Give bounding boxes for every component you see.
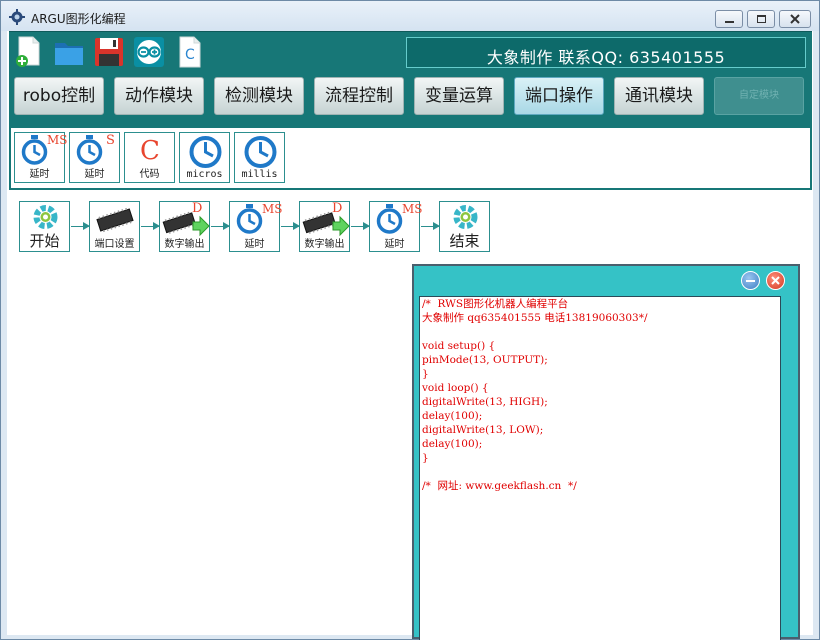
- flow-node-delay-1[interactable]: MS 延时: [229, 201, 283, 252]
- palette-label: 延时: [84, 169, 105, 180]
- code-line: void setup() {: [422, 340, 496, 352]
- window-title: ARGU图形化编程: [31, 12, 126, 26]
- c-file-letter: C: [185, 47, 195, 63]
- flow-node-label: 数字输出: [304, 239, 345, 250]
- code-line: void loop() {: [422, 382, 489, 394]
- category-variable-ops[interactable]: 变量运算: [414, 77, 504, 115]
- palette-millis[interactable]: millis: [234, 132, 285, 183]
- category-custom-module: 自定模块: [714, 77, 804, 115]
- timer-badge: MS: [402, 202, 423, 216]
- palette-delay-ms[interactable]: MS 延时: [14, 132, 68, 183]
- flow-node-label: 开始: [29, 232, 60, 250]
- palette-label: micros: [186, 169, 223, 180]
- open-folder-icon[interactable]: [53, 35, 85, 69]
- flow-arrow: [141, 222, 160, 230]
- palette-label: 代码: [139, 169, 160, 180]
- code-line: /* 网址: www.geekflash.cn */: [422, 480, 577, 492]
- maximize-button[interactable]: [747, 10, 775, 28]
- client-area: C 大象制作 联系QQ: 635401555 robo控制 动作模块 检测模块 …: [7, 31, 813, 640]
- category-comm-module[interactable]: 通讯模块: [614, 77, 704, 115]
- save-icon[interactable]: [93, 35, 125, 69]
- maximize-icon: [757, 15, 766, 23]
- app-gear-icon: [9, 9, 25, 25]
- flow-arrow: [351, 222, 370, 230]
- category-motion-module[interactable]: 动作模块: [114, 77, 204, 115]
- code-text-area[interactable]: /* RWS图形化机器人编程平台 大象制作 qq635401555 电话1381…: [419, 296, 781, 640]
- minimize-icon: [725, 21, 734, 23]
- close-icon: [790, 14, 800, 24]
- code-line: 大象制作 qq635401555 电话13819060303*/: [422, 312, 648, 324]
- category-flow-control[interactable]: 流程控制: [314, 77, 404, 115]
- category-detect-module[interactable]: 检测模块: [214, 77, 304, 115]
- toolbar: C 大象制作 联系QQ: 635401555: [9, 31, 812, 71]
- palette-micros[interactable]: micros: [179, 132, 230, 183]
- contact-text: 大象制作 联系QQ: 635401555: [486, 48, 726, 67]
- code-line: delay(100);: [422, 438, 483, 450]
- chip-icon: [96, 207, 134, 233]
- code-line: /* RWS图形化机器人编程平台: [422, 298, 569, 310]
- block-palette: MS 延时 S 延时 C 代码 micros millis: [9, 126, 812, 190]
- flow-node-delay-2[interactable]: MS 延时: [369, 201, 423, 252]
- flow-node-end[interactable]: 结束: [439, 201, 490, 252]
- title-bar[interactable]: ARGU图形化编程: [1, 1, 819, 31]
- code-panel: /* RWS图形化机器人编程平台 大象制作 qq635401555 电话1381…: [412, 264, 800, 640]
- flow-node-label: 延时: [244, 239, 265, 250]
- code-icon: C: [140, 136, 160, 166]
- close-icon: [771, 276, 780, 285]
- flow-arrow: [421, 222, 440, 230]
- palette-label: 延时: [29, 169, 50, 180]
- palette-code[interactable]: C 代码: [124, 132, 175, 183]
- code-line: digitalWrite(13, HIGH);: [422, 396, 548, 408]
- digital-badge: D: [332, 201, 343, 216]
- flow-node-label: 端口设置: [94, 239, 135, 250]
- category-port-ops[interactable]: 端口操作: [514, 77, 604, 115]
- clock-icon: [189, 136, 222, 168]
- minus-icon: [746, 280, 755, 282]
- close-button[interactable]: [779, 10, 811, 28]
- arduino-icon[interactable]: [133, 35, 165, 69]
- new-file-icon[interactable]: [13, 35, 45, 69]
- flow-node-digital-out-2[interactable]: D 数字输出: [299, 201, 350, 252]
- timer-badge: MS: [262, 202, 283, 216]
- code-line: digitalWrite(13, LOW);: [422, 424, 544, 436]
- flow-arrow: [211, 222, 230, 230]
- palette-delay-s[interactable]: S 延时: [69, 132, 120, 183]
- digital-badge: D: [192, 201, 203, 216]
- palette-label: millis: [241, 169, 278, 180]
- app-window: ARGU图形化编程 C 大象制作 联系QQ: 635401555 robo控制 …: [0, 0, 820, 640]
- category-robo-control[interactable]: robo控制: [14, 77, 104, 115]
- flow-node-label: 延时: [384, 239, 405, 250]
- code-line: }: [422, 368, 429, 380]
- code-line: delay(100);: [422, 410, 483, 422]
- minimize-button[interactable]: [715, 10, 743, 28]
- clock-icon: [244, 136, 277, 168]
- code-panel-minimize-button[interactable]: [741, 271, 760, 290]
- palette-badge: S: [106, 133, 115, 148]
- category-bar: robo控制 动作模块 检测模块 流程控制 变量运算 端口操作 通讯模块 自定模…: [9, 71, 812, 126]
- flow-node-start[interactable]: 开始: [19, 201, 70, 252]
- flow-arrow: [71, 222, 90, 230]
- c-file-icon[interactable]: C: [174, 35, 206, 69]
- chip-output-icon: [302, 211, 350, 237]
- code-line: pinMode(13, OUTPUT);: [422, 354, 548, 366]
- code-line: }: [422, 452, 429, 464]
- palette-badge: MS: [47, 133, 68, 147]
- flow-node-label: 数字输出: [164, 239, 205, 250]
- flow-node-digital-out-1[interactable]: D 数字输出: [159, 201, 210, 252]
- code-panel-close-button[interactable]: [766, 271, 785, 290]
- contact-banner: 大象制作 联系QQ: 635401555: [406, 37, 806, 68]
- flow-node-port-setup[interactable]: 端口设置: [89, 201, 140, 252]
- chip-output-icon: [162, 211, 210, 237]
- flow-arrow: [281, 222, 300, 230]
- flow-node-label: 结束: [449, 232, 480, 250]
